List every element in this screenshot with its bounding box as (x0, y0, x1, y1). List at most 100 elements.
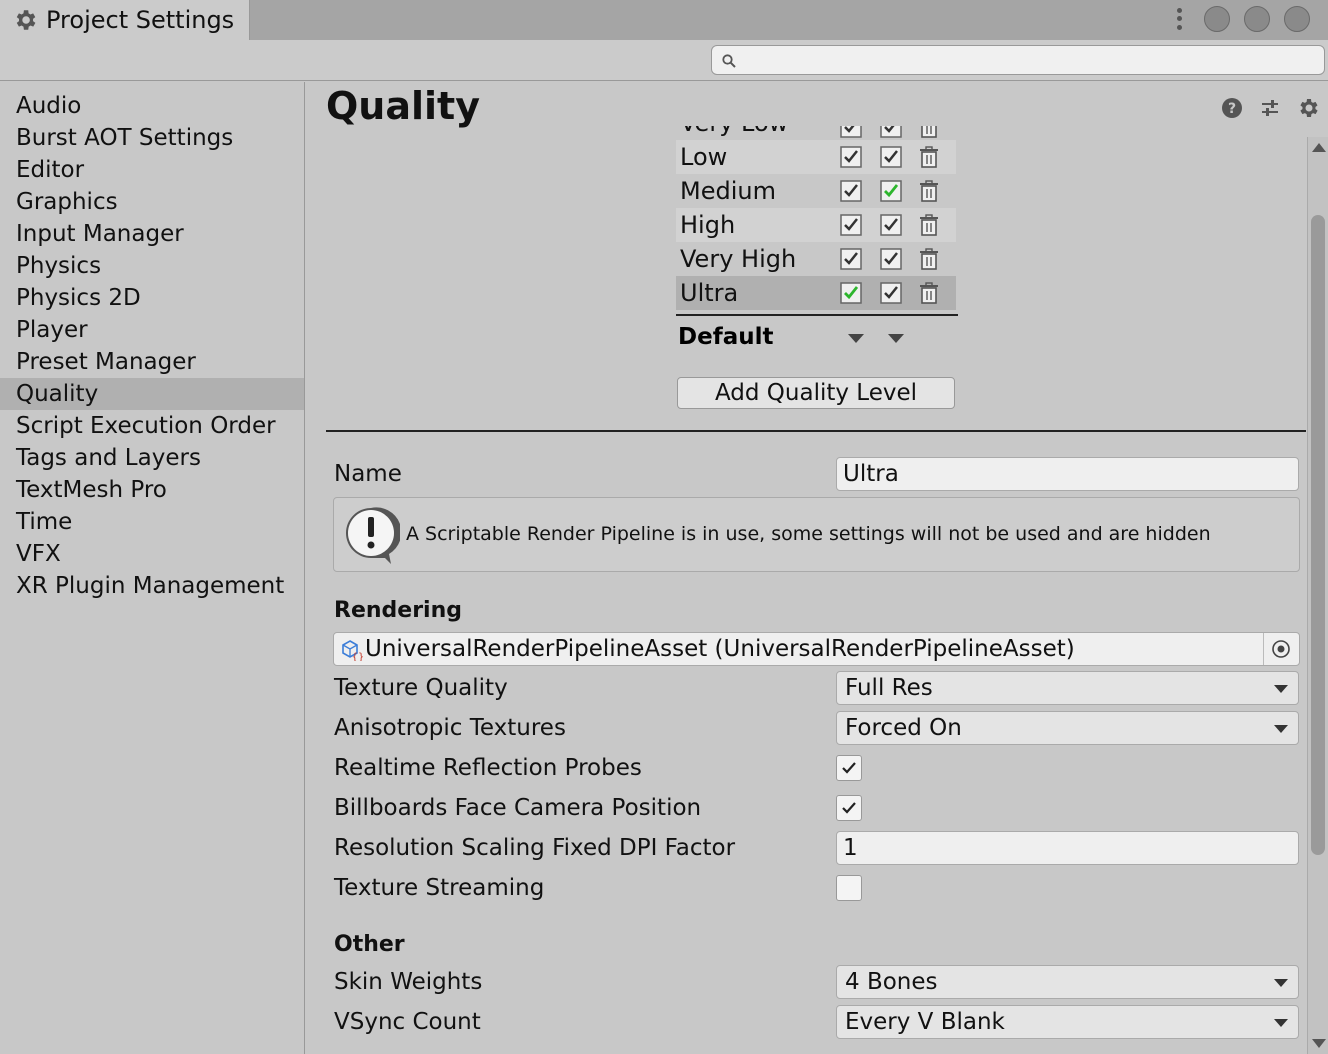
dropdown-arrow-icon (1274, 1019, 1288, 1027)
quality-level-row[interactable]: Very Low (676, 126, 956, 140)
trash-icon[interactable] (918, 282, 940, 304)
add-quality-level-button[interactable]: Add Quality Level (677, 377, 955, 409)
checkbox-icon[interactable] (840, 214, 862, 236)
render-pipeline-asset-name: UniversalRenderPipelineAsset (UniversalR… (365, 636, 1075, 662)
vertical-scrollbar[interactable] (1307, 137, 1328, 1054)
quality-level-row[interactable]: Very High (676, 242, 956, 276)
scroll-down-arrow-icon[interactable] (1312, 1039, 1326, 1048)
sidebar-item-physics[interactable]: Physics (0, 250, 304, 282)
maximize-button[interactable] (1244, 6, 1270, 32)
quality-level-row[interactable]: Low (676, 140, 956, 174)
default-checkbox-icon[interactable] (880, 180, 902, 202)
billboards-face-camera-label: Billboards Face Camera Position (334, 795, 702, 821)
sidebar-item-physics-2d[interactable]: Physics 2D (0, 282, 304, 314)
section-divider (326, 430, 1306, 432)
texture-quality-row: Texture Quality Full Res (334, 670, 1300, 706)
quality-level-row[interactable]: Medium (676, 174, 956, 208)
render-pipeline-asset-field[interactable]: {} UniversalRenderPipelineAsset (Univers… (333, 632, 1300, 666)
anisotropic-textures-row: Anisotropic Textures Forced On (334, 710, 1300, 746)
checkbox-icon[interactable] (880, 126, 902, 138)
object-picker-icon (1272, 640, 1290, 658)
quality-level-name: Very Low (680, 126, 788, 140)
scroll-up-arrow-icon[interactable] (1312, 143, 1326, 152)
checkbox-icon[interactable] (880, 248, 902, 270)
help-icon[interactable]: ? (1220, 96, 1244, 120)
quality-level-row[interactable]: High (676, 208, 956, 242)
more-options-icon[interactable] (1174, 6, 1184, 32)
sidebar-item-input-manager[interactable]: Input Manager (0, 218, 304, 250)
svg-text:{}: {} (352, 652, 363, 661)
trash-icon[interactable] (918, 248, 940, 270)
sidebar-item-burst-aot-settings[interactable]: Burst AOT Settings (0, 122, 304, 154)
search-box[interactable] (711, 45, 1325, 75)
svg-text:?: ? (1228, 101, 1236, 117)
sidebar-item-graphics[interactable]: Graphics (0, 186, 304, 218)
texture-quality-label: Texture Quality (334, 675, 508, 701)
close-button[interactable] (1284, 6, 1310, 32)
window-title: Project Settings (46, 6, 235, 34)
skin-weights-label: Skin Weights (334, 969, 483, 995)
trash-icon[interactable] (918, 146, 940, 168)
sidebar-item-time[interactable]: Time (0, 506, 304, 538)
checkbox-icon[interactable] (880, 282, 902, 304)
srp-warning-box: A Scriptable Render Pipeline is in use, … (333, 497, 1300, 572)
rendering-header: Rendering (334, 598, 462, 623)
default-dropdown-arrow-icon[interactable] (848, 334, 864, 343)
skin-weights-dropdown[interactable]: 4 Bones (836, 965, 1299, 999)
trash-icon[interactable] (918, 180, 940, 202)
quality-level-name: High (680, 211, 736, 239)
checkbox-icon[interactable] (880, 146, 902, 168)
sidebar-item-tags-and-layers[interactable]: Tags and Layers (0, 442, 304, 474)
checkbox-icon[interactable] (840, 146, 862, 168)
anisotropic-textures-dropdown[interactable]: Forced On (836, 711, 1299, 745)
sidebar-item-xr-plugin-management[interactable]: XR Plugin Management (0, 570, 304, 602)
texture-quality-dropdown[interactable]: Full Res (836, 671, 1299, 705)
checkbox-icon[interactable] (840, 180, 862, 202)
warning-text: A Scriptable Render Pipeline is in use, … (406, 523, 1211, 545)
dropdown-arrow-icon (1274, 685, 1288, 693)
sidebar-item-editor[interactable]: Editor (0, 154, 304, 186)
checkbox-icon[interactable] (840, 126, 862, 138)
minimize-button[interactable] (1204, 6, 1230, 32)
checkbox-icon[interactable] (880, 214, 902, 236)
trash-icon[interactable] (918, 126, 940, 138)
texture-streaming-checkbox[interactable] (836, 875, 862, 901)
sidebar-item-preset-manager[interactable]: Preset Manager (0, 346, 304, 378)
sidebar-item-vfx[interactable]: VFX (0, 538, 304, 570)
sidebar-item-script-execution-order[interactable]: Script Execution Order (0, 410, 304, 442)
trash-icon[interactable] (918, 214, 940, 236)
vsync-count-value: Every V Blank (845, 1009, 1005, 1035)
vsync-count-dropdown[interactable]: Every V Blank (836, 1005, 1299, 1039)
resolution-scaling-dpi-field[interactable]: 1 (836, 831, 1299, 865)
dropdown-arrow-icon (1274, 725, 1288, 733)
scrollbar-thumb[interactable] (1311, 215, 1325, 855)
realtime-reflection-probes-checkbox[interactable] (836, 755, 862, 781)
default-dropdown-arrow-icon[interactable] (888, 334, 904, 343)
sidebar-item-textmesh-pro[interactable]: TextMesh Pro (0, 474, 304, 506)
name-field[interactable]: Ultra (836, 457, 1299, 491)
gear-icon[interactable] (1296, 96, 1320, 120)
resolution-scaling-dpi-row: Resolution Scaling Fixed DPI Factor 1 (334, 830, 1300, 866)
gear-icon (16, 10, 36, 30)
realtime-reflection-probes-row: Realtime Reflection Probes (334, 750, 1300, 786)
preset-sliders-icon[interactable] (1258, 96, 1282, 120)
sidebar-item-quality[interactable]: Quality (0, 378, 304, 410)
texture-quality-value: Full Res (845, 675, 933, 701)
render-pipeline-asset-icon: {} (342, 640, 363, 661)
quality-level-row-selected[interactable]: Ultra (676, 276, 956, 310)
name-label: Name (334, 461, 402, 487)
quality-panel: Quality ? Very Low Low M (306, 82, 1328, 1054)
object-picker-button[interactable] (1263, 633, 1299, 665)
page-title: Quality (326, 84, 480, 128)
quality-level-name: Medium (680, 177, 776, 205)
window-tab[interactable]: Project Settings (0, 0, 250, 40)
sidebar-item-player[interactable]: Player (0, 314, 304, 346)
default-checkbox-icon[interactable] (840, 282, 862, 304)
realtime-reflection-probes-label: Realtime Reflection Probes (334, 755, 642, 781)
search-input[interactable] (744, 48, 1314, 72)
sidebar-item-audio[interactable]: Audio (0, 90, 304, 122)
checkbox-icon[interactable] (840, 248, 862, 270)
skin-weights-row: Skin Weights 4 Bones (334, 964, 1300, 1000)
warning-icon (346, 507, 400, 564)
billboards-face-camera-checkbox[interactable] (836, 795, 862, 821)
